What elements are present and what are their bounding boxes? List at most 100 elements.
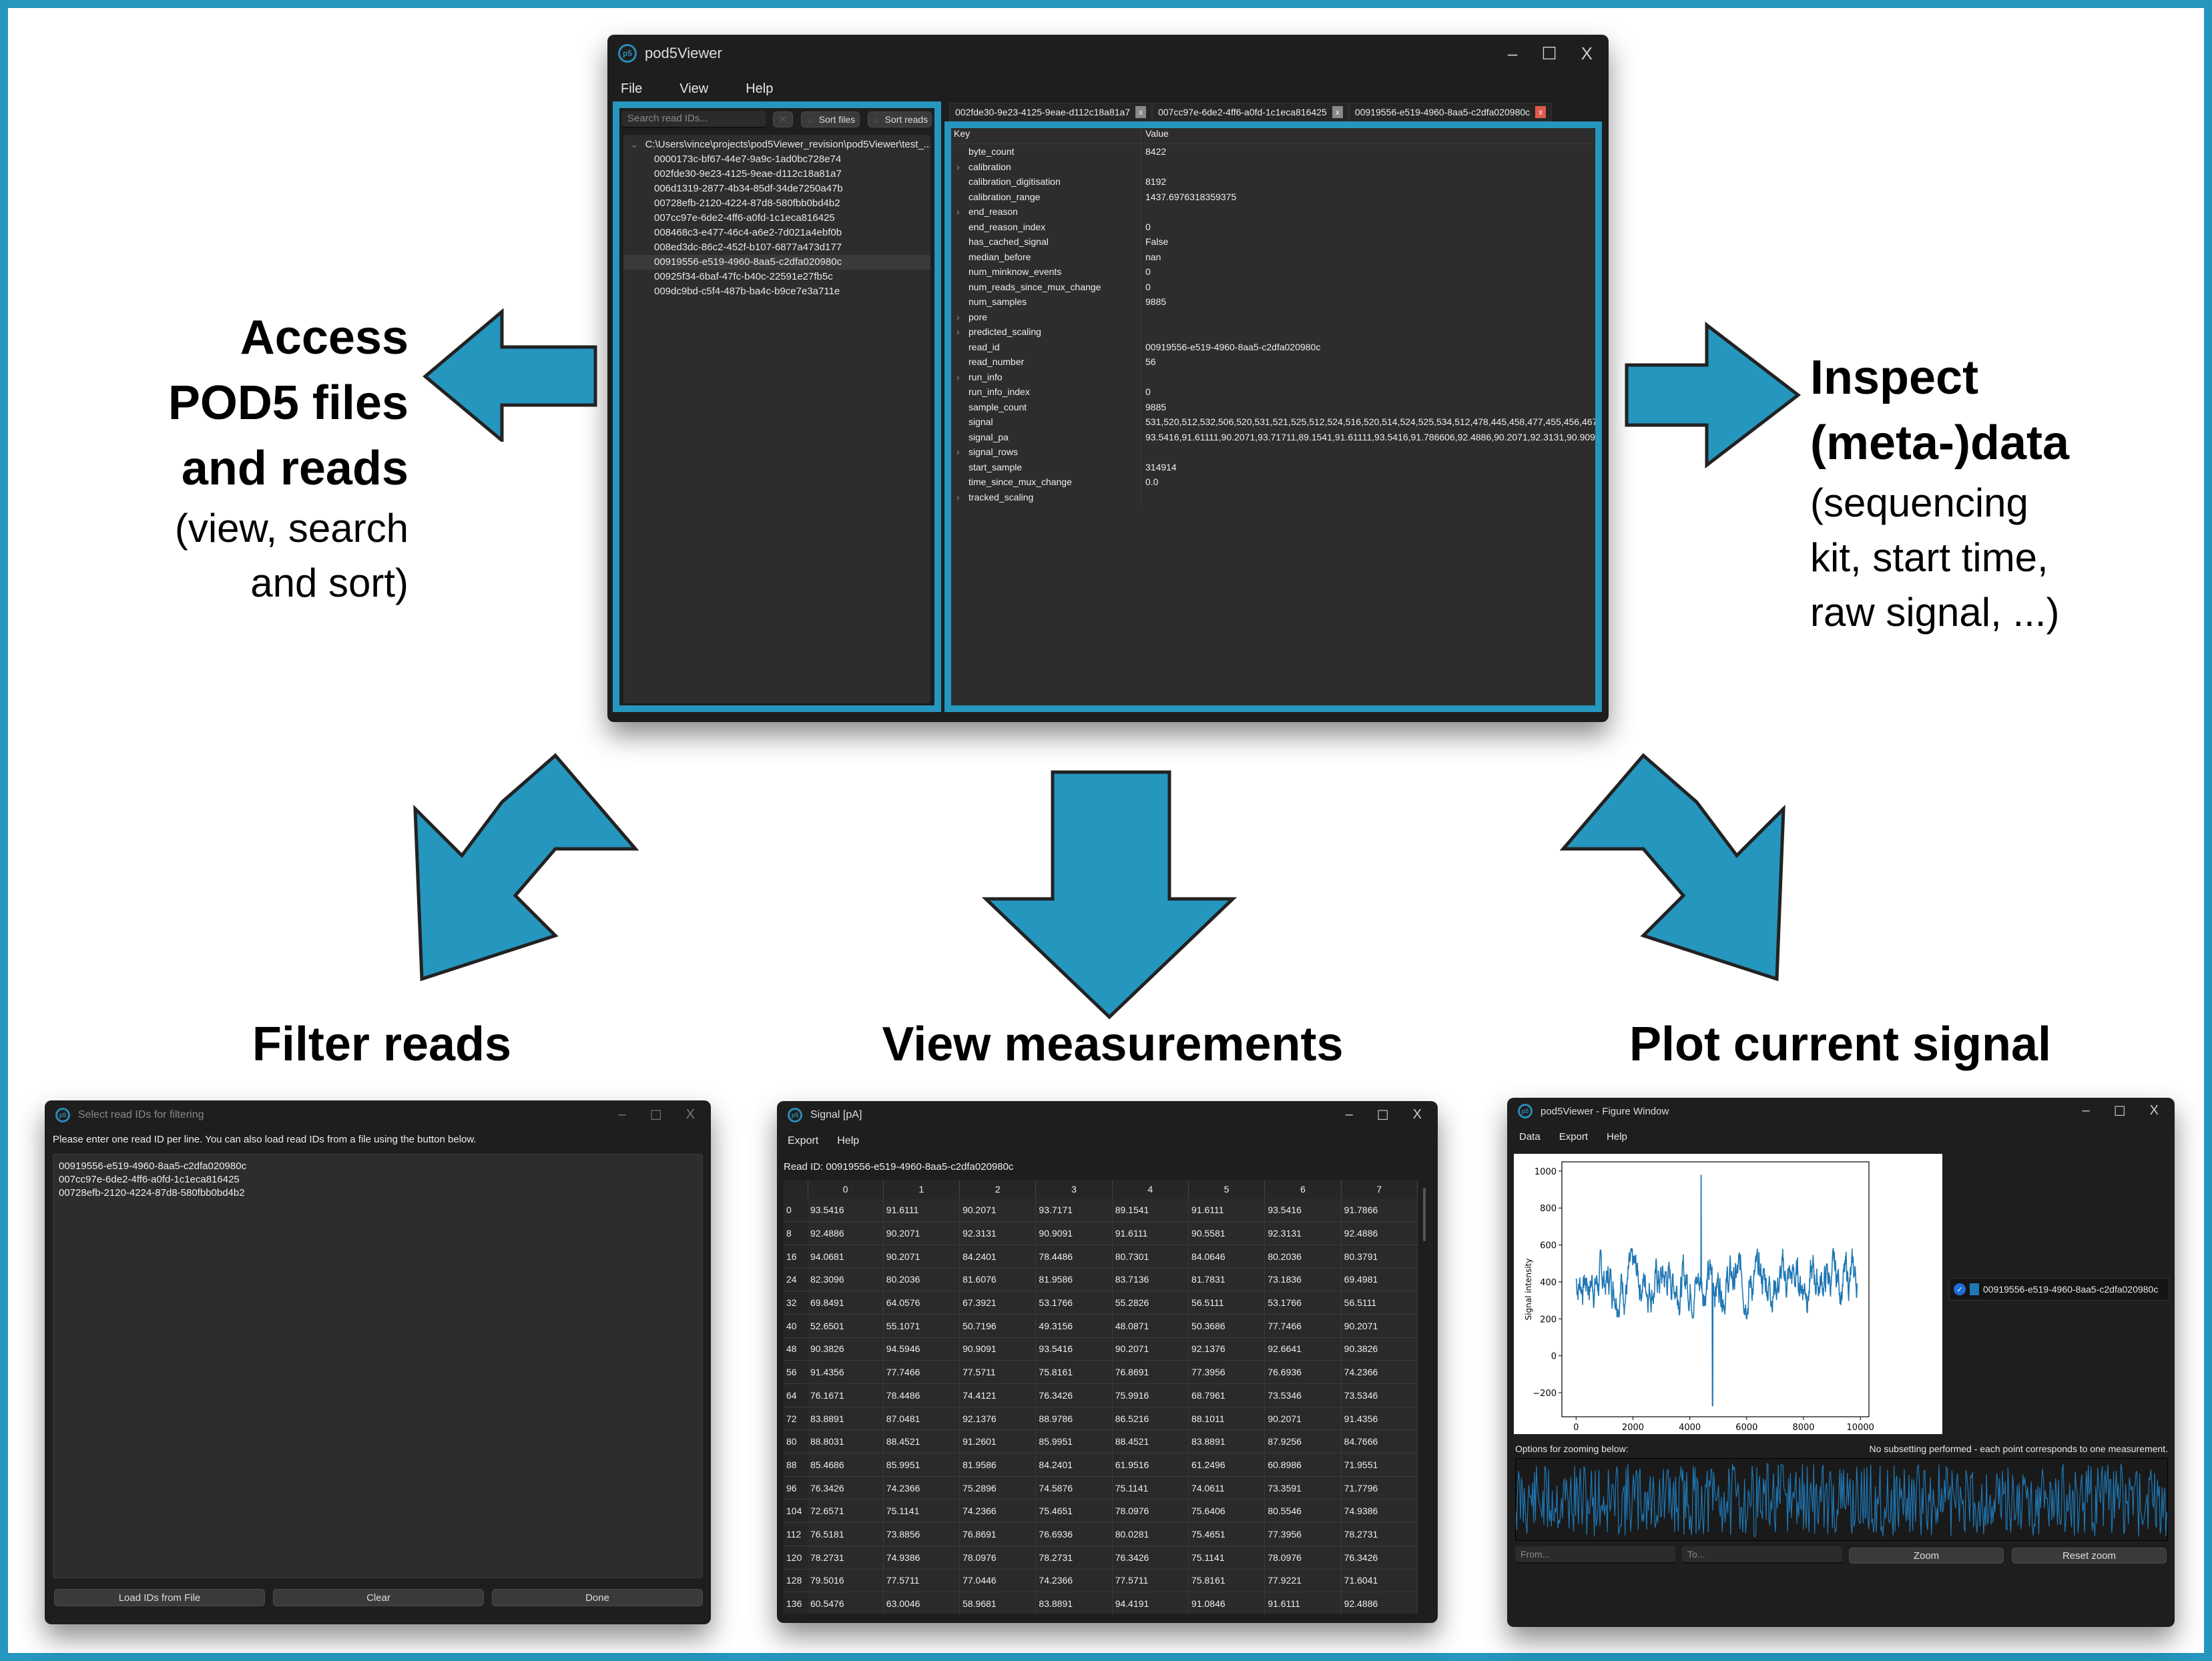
tab-close-icon[interactable]: x — [1135, 106, 1147, 118]
table-cell[interactable]: 92.3131 — [1264, 1221, 1342, 1245]
metadata-row[interactable]: › calibration — [951, 159, 1595, 175]
table-cell[interactable]: 77.0446 — [959, 1569, 1037, 1593]
metadata-row[interactable]: end_reason_index 0 — [951, 219, 1595, 234]
maximize-button[interactable]: ☐ — [650, 1107, 662, 1124]
table-cell[interactable]: 76.6936 — [1264, 1360, 1342, 1384]
metadata-row[interactable]: › signal_rows — [951, 444, 1595, 460]
read-list-item[interactable]: 006d1319-2877-4b34-85df-34de7250a47b — [623, 182, 930, 196]
metadata-row[interactable]: num_minknow_events 0 — [951, 264, 1595, 280]
table-cell[interactable]: 71.6041 — [1341, 1569, 1418, 1593]
chevron-right-icon[interactable]: › — [956, 159, 964, 175]
zoom-button[interactable]: Zoom — [1849, 1548, 2004, 1564]
table-cell[interactable]: 61.9516 — [1112, 1453, 1189, 1477]
table-cell[interactable]: 74.5876 — [1035, 1476, 1113, 1500]
table-cell[interactable]: 74.2366 — [883, 1476, 960, 1500]
table-cell[interactable]: 90.2071 — [883, 1221, 960, 1245]
table-cell[interactable]: 53.1766 — [1264, 1291, 1342, 1315]
table-cell[interactable]: 90.2071 — [1112, 1337, 1189, 1361]
table-cell[interactable]: 69.4981 — [1341, 1268, 1418, 1292]
menu-data[interactable]: Data — [1519, 1131, 1541, 1142]
table-cell[interactable]: 90.2071 — [1341, 1314, 1418, 1338]
chevron-right-icon[interactable]: › — [956, 204, 964, 220]
table-cell[interactable]: 81.7831 — [1188, 1268, 1266, 1292]
metadata-row[interactable]: › end_reason — [951, 204, 1595, 220]
table-cell[interactable]: 85.9951 — [1035, 1429, 1113, 1454]
table-cell[interactable]: 56.5111 — [1341, 1291, 1418, 1315]
table-cell[interactable]: 55.1071 — [883, 1314, 960, 1338]
legend-item[interactable]: ✓ 00919556-e519-4960-8aa5-c2dfa020980c — [1949, 1278, 2169, 1301]
close-button[interactable]: X — [686, 1107, 695, 1124]
close-button[interactable]: X — [1413, 1107, 1422, 1124]
table-cell[interactable]: 91.4356 — [1341, 1407, 1418, 1431]
table-cell[interactable]: 77.5711 — [883, 1569, 960, 1593]
table-cell[interactable]: 74.2366 — [959, 1499, 1037, 1524]
menu-help[interactable]: Help — [1607, 1131, 1627, 1142]
table-cell[interactable]: 53.1766 — [1035, 1291, 1113, 1315]
table-cell[interactable]: 83.8891 — [1035, 1592, 1113, 1614]
column-header[interactable]: 0 — [808, 1180, 884, 1199]
chevron-right-icon[interactable]: › — [956, 444, 964, 460]
table-cell[interactable]: 92.3131 — [959, 1221, 1037, 1245]
tab-close-icon[interactable]: x — [1332, 106, 1343, 118]
table-cell[interactable]: 76.5181 — [808, 1522, 884, 1546]
table-cell[interactable]: 73.5346 — [1264, 1383, 1342, 1407]
column-header[interactable]: 1 — [883, 1180, 960, 1199]
table-cell[interactable]: 68.7961 — [1188, 1383, 1266, 1407]
table-cell[interactable]: 91.6111 — [1188, 1199, 1266, 1223]
table-cell[interactable]: 61.2496 — [1188, 1453, 1266, 1477]
table-cell[interactable]: 93.5416 — [808, 1199, 884, 1223]
table-cell[interactable]: 74.2366 — [1035, 1569, 1113, 1593]
table-cell[interactable]: 78.4486 — [1035, 1245, 1113, 1269]
table-cell[interactable]: 84.2401 — [1035, 1453, 1113, 1477]
table-cell[interactable]: 78.4486 — [883, 1383, 960, 1407]
table-cell[interactable]: 91.7866 — [1341, 1199, 1418, 1223]
menu-export[interactable]: Export — [1559, 1131, 1588, 1142]
metadata-row[interactable]: › run_info — [951, 369, 1595, 385]
table-cell[interactable]: 75.1141 — [883, 1499, 960, 1524]
metadata-row[interactable]: time_since_mux_change 0.0 — [951, 474, 1595, 490]
table-cell[interactable]: 92.4886 — [1341, 1592, 1418, 1614]
read-list-item[interactable]: 00925f34-6baf-47fc-b40c-22591e27fb5c — [623, 270, 930, 284]
menu-view[interactable]: View — [679, 81, 708, 97]
table-cell[interactable]: 83.8891 — [808, 1407, 884, 1431]
search-input[interactable]: Search read IDs... — [622, 111, 766, 128]
table-cell[interactable]: 87.9256 — [1264, 1429, 1342, 1454]
metadata-row[interactable]: median_before nan — [951, 249, 1595, 264]
table-cell[interactable]: 75.9916 — [1112, 1383, 1189, 1407]
table-cell[interactable]: 82.3096 — [808, 1268, 884, 1292]
table-cell[interactable]: 76.1671 — [808, 1383, 884, 1407]
table-cell[interactable]: 93.5416 — [1264, 1199, 1342, 1223]
chevron-right-icon[interactable]: › — [956, 490, 964, 505]
table-cell[interactable]: 92.1376 — [1188, 1337, 1266, 1361]
read-list-item[interactable]: 008ed3dc-86c2-452f-b107-6877a473d177 — [623, 240, 930, 255]
table-cell[interactable]: 91.2601 — [959, 1429, 1037, 1454]
table-cell[interactable]: 75.4651 — [1035, 1499, 1113, 1524]
table-cell[interactable]: 78.0976 — [959, 1546, 1037, 1570]
read-list-item[interactable]: 00728efb-2120-4224-87d8-580fbb0bd4b2 — [623, 196, 930, 211]
table-cell[interactable]: 74.9386 — [1341, 1499, 1418, 1524]
table-cell[interactable]: 67.3921 — [959, 1291, 1037, 1315]
table-cell[interactable]: 88.9786 — [1035, 1407, 1113, 1431]
table-cell[interactable]: 80.2036 — [1264, 1245, 1342, 1269]
table-cell[interactable]: 80.0281 — [1112, 1522, 1189, 1546]
table-cell[interactable]: 90.3826 — [808, 1337, 884, 1361]
minimize-button[interactable]: – — [619, 1107, 626, 1124]
chevron-right-icon[interactable]: › — [956, 370, 964, 385]
to-input[interactable]: To... — [1682, 1546, 1842, 1564]
table-cell[interactable]: 52.6501 — [808, 1314, 884, 1338]
table-cell[interactable]: 90.2071 — [883, 1245, 960, 1269]
table-cell[interactable]: 60.8986 — [1264, 1453, 1342, 1477]
column-header[interactable]: 6 — [1264, 1180, 1342, 1199]
table-cell[interactable]: 74.0611 — [1188, 1476, 1266, 1500]
table-cell[interactable]: 75.8161 — [1035, 1360, 1113, 1384]
table-cell[interactable]: 76.3426 — [808, 1476, 884, 1500]
read-tab[interactable]: 00919556-e519-4960-8aa5-c2dfa020980c x — [1348, 103, 1553, 121]
metadata-row[interactable]: signal_pa 93.5416,91.61111,90.2071,93.717… — [951, 429, 1595, 444]
table-cell[interactable]: 75.1141 — [1112, 1476, 1189, 1500]
column-header[interactable]: 7 — [1341, 1180, 1418, 1199]
table-cell[interactable]: 88.1011 — [1188, 1407, 1266, 1431]
chevron-right-icon[interactable]: › — [956, 324, 964, 340]
metadata-row[interactable]: read_id 00919556-e519-4960-8aa5-c2dfa0209… — [951, 339, 1595, 354]
table-cell[interactable]: 69.8491 — [808, 1291, 884, 1315]
vertical-scrollbar[interactable] — [1423, 1188, 1426, 1241]
